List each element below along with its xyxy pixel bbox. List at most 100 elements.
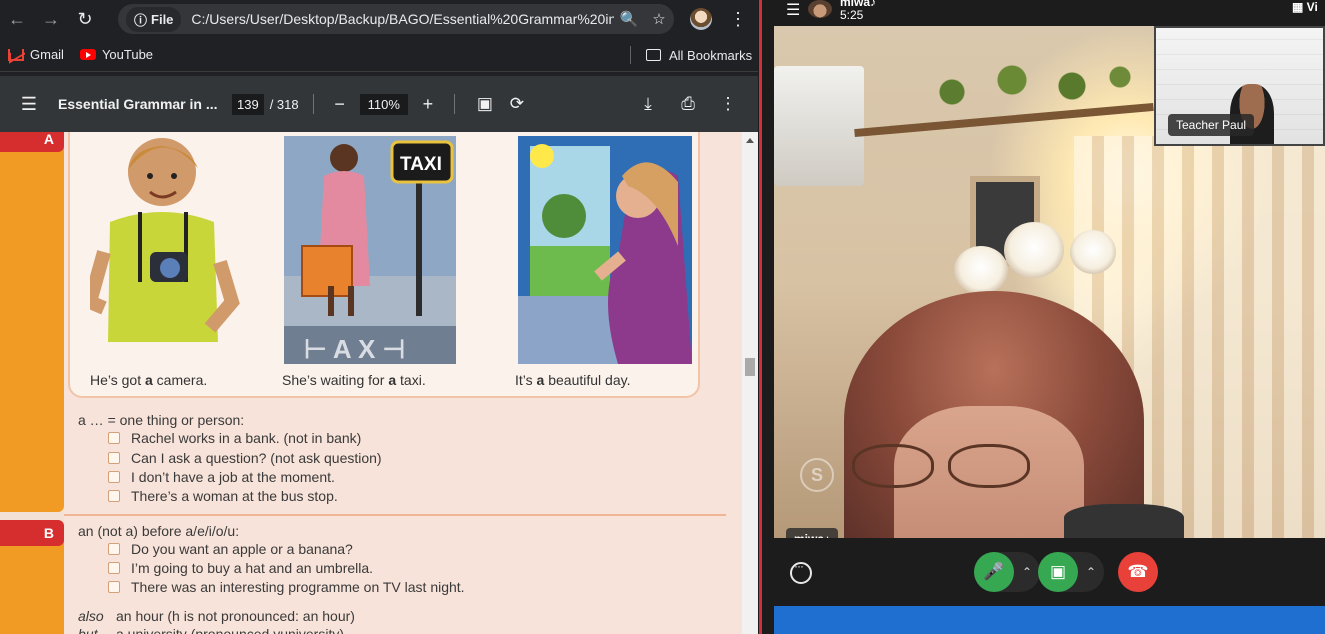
also-text: an hour (h is not pronounced: an hour): [116, 608, 355, 624]
person-shirt: [1064, 504, 1184, 538]
caption-1-text: He’s got: [90, 372, 145, 388]
all-bookmarks-label: All Bookmarks: [669, 47, 753, 63]
screen: ← → ↻ ⓘ File C:/Users/User/Desktop/Backu…: [0, 0, 1325, 634]
pdf-menu-icon[interactable]: ☰: [0, 94, 58, 115]
a-example-2: Can I ask a question? (not ask question): [131, 450, 382, 466]
page-number-input[interactable]: 139: [232, 93, 264, 115]
view-button[interactable]: ▦ Vi: [1292, 0, 1318, 14]
download-icon[interactable]: ⤓: [632, 94, 664, 114]
end-call-button[interactable]: ☎: [1118, 552, 1158, 592]
section-a-rule: a … = one thing or person:: [78, 412, 245, 428]
call-header: ☰ miwa♪ 5:25 ▦ Vi: [774, 0, 1325, 26]
page-total: / 318: [269, 96, 299, 112]
caption-1: He’s got a camera.: [90, 372, 207, 388]
back-button[interactable]: ←: [0, 2, 34, 36]
mic-button[interactable]: 🎤: [974, 552, 1014, 592]
scroll-up-arrow-icon[interactable]: [746, 138, 754, 143]
call-menu-icon[interactable]: ☰: [786, 0, 800, 20]
video-call-window: ☰ miwa♪ 5:25 ▦ Vi S miwa♪ Teacher Pau: [774, 0, 1325, 634]
caption-2-text: She’s waiting for: [282, 372, 389, 388]
a-example-4: There’s a woman at the bus stop.: [131, 488, 338, 504]
pip-name-label: Teacher Paul: [1168, 114, 1255, 136]
browser-window: ← → ↻ ⓘ File C:/Users/User/Desktop/Backu…: [0, 0, 758, 634]
forward-button[interactable]: →: [34, 2, 68, 36]
caption-2-text-end: taxi.: [396, 372, 426, 388]
chat-icon[interactable]: [790, 559, 812, 584]
bullet: [108, 562, 120, 574]
caption-3: It’s a beautiful day.: [515, 372, 630, 388]
profile-avatar[interactable]: [690, 8, 712, 30]
rotate-icon[interactable]: ⟳: [501, 94, 533, 114]
pdf-page: A B ⊢ A X ⊣ TAXI He’s got a camera. She’…: [0, 132, 742, 634]
taskbar-strip: [774, 606, 1325, 634]
bullet: [108, 452, 120, 464]
camera-control-group: ▣ ⌃: [1038, 552, 1104, 592]
bullet: [108, 543, 120, 555]
bookmarks-separator: [630, 46, 631, 64]
man-camera-illustration: [90, 138, 240, 342]
bullet: [108, 490, 120, 502]
url-text: C:/Users/User/Desktop/Backup/BAGO/Essent…: [191, 11, 614, 27]
caller-avatar: [808, 0, 832, 18]
mic-control-group: 🎤 ⌃: [974, 552, 1040, 592]
but-text: a university (pronounced yuniversity): [116, 626, 344, 634]
road-marking: ⊢ A X ⊣: [304, 334, 405, 364]
camera-button[interactable]: ▣: [1038, 552, 1078, 592]
lamp: [1004, 222, 1064, 278]
also-label: also: [78, 608, 104, 624]
mic-options-chevron-icon[interactable]: ⌃: [1014, 565, 1040, 579]
zoom-in-button[interactable]: +: [416, 94, 440, 115]
a-example-1: Rachel works in a bank. (not in bank): [131, 430, 362, 446]
but-label: but: [78, 626, 98, 634]
zoom-level-input[interactable]: 110%: [359, 93, 408, 115]
bookmark-gmail[interactable]: Gmail: [8, 47, 64, 62]
camera-options-chevron-icon[interactable]: ⌃: [1078, 565, 1104, 579]
bullet: [108, 471, 120, 483]
toolbar-divider: [312, 94, 314, 114]
more-options-icon[interactable]: ⋮: [712, 94, 744, 114]
pdf-scrollbar[interactable]: [742, 132, 758, 634]
bookmark-youtube[interactable]: YouTube: [79, 47, 154, 62]
zoom-out-button[interactable]: −: [328, 94, 352, 115]
self-view-pip[interactable]: Teacher Paul: [1154, 26, 1325, 146]
scroll-thumb[interactable]: [745, 358, 755, 376]
pdf-title: Essential Grammar in ...: [58, 96, 218, 112]
folder-icon: [646, 49, 661, 61]
bookmarks-bar: Gmail YouTube: [0, 38, 758, 72]
air-conditioner: [774, 66, 864, 186]
section-b-tag: B: [0, 520, 64, 546]
pdf-toolbar: ☰ Essential Grammar in ... 139 / 318 − 1…: [0, 76, 758, 132]
zoom-icon[interactable]: 🔍: [614, 10, 644, 28]
reload-button[interactable]: ↻: [68, 2, 102, 36]
bookmark-gmail-label: Gmail: [30, 47, 64, 62]
caption-3-text-end: beautiful day.: [544, 372, 631, 388]
caption-1-bold: a: [145, 372, 153, 388]
info-icon: ⓘ: [134, 12, 148, 28]
gmail-icon: [8, 48, 24, 61]
beautiful-day-illustration: [518, 136, 692, 364]
caption-1-text-end: camera.: [152, 372, 208, 388]
browser-menu-icon[interactable]: ⋮: [726, 6, 750, 32]
section-a-tag: A: [0, 132, 64, 152]
taxi-stop-illustration: ⊢ A X ⊣ TAXI: [284, 136, 456, 364]
site-info-chip[interactable]: ⓘ File: [126, 6, 182, 32]
all-bookmarks-button[interactable]: All Bookmarks: [646, 38, 752, 72]
fit-page-icon[interactable]: ▣: [469, 94, 501, 114]
bookmark-youtube-label: YouTube: [101, 47, 154, 62]
view-label: Vi: [1306, 0, 1318, 14]
youtube-icon: [79, 49, 96, 60]
bullet: [108, 432, 120, 444]
lamp: [1070, 230, 1116, 274]
caption-2: She’s waiting for a taxi.: [282, 372, 426, 388]
address-bar[interactable]: ⓘ File C:/Users/User/Desktop/Backup/BAGO…: [118, 4, 674, 34]
caption-3-text: It’s: [515, 372, 537, 388]
skype-watermark-icon: S: [800, 458, 834, 492]
print-icon[interactable]: ⎙: [672, 94, 704, 114]
b-example-3: There was an interesting programme on TV…: [131, 579, 465, 595]
site-info-label: File: [151, 11, 174, 27]
section-b-rule: an (not a) before a/e/i/o/u:: [78, 523, 240, 539]
illustration-box: ⊢ A X ⊣ TAXI He’s got a camera. She’s wa…: [68, 132, 700, 398]
section-divider: [64, 514, 726, 516]
bookmark-star-icon[interactable]: ☆: [644, 10, 674, 28]
toolbar-divider: [453, 94, 455, 114]
